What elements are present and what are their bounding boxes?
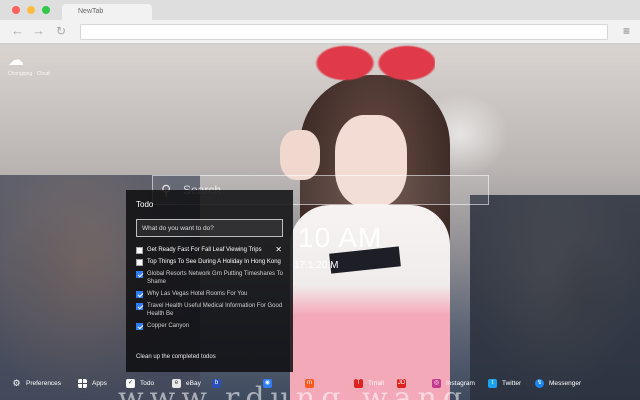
instagram-icon: ◎ <box>432 379 441 388</box>
close-icon[interactable]: ✕ <box>275 246 282 254</box>
messenger-label: Messenger <box>549 380 582 387</box>
todo-button[interactable]: ✓ Todo <box>126 379 154 388</box>
instagram-label: Instagram <box>446 380 475 387</box>
todo-panel: Todo What do you want to do? Get Ready F… <box>126 190 293 372</box>
messenger-shortcut[interactable]: ↯ Messenger <box>535 379 581 388</box>
background-figure-bow <box>315 45 435 81</box>
todo-item[interactable]: Top Things To See During A Holiday In Ho… <box>136 258 286 266</box>
reload-icon[interactable]: ↻ <box>56 24 66 38</box>
background-crowd-right <box>470 195 640 400</box>
todo-checkbox[interactable] <box>136 303 143 310</box>
ebay-icon: e <box>172 379 181 388</box>
back-arrow-icon[interactable]: ← <box>11 24 24 38</box>
weather-location: Chongqing · Cloud <box>8 71 50 77</box>
tab-title: NewTab <box>78 8 104 15</box>
todo-label: Todo <box>140 380 155 387</box>
forward-arrow-icon[interactable]: → <box>32 24 45 38</box>
shortcut-red-app[interactable]: m <box>305 379 319 388</box>
preferences-label: Preferences <box>26 380 62 387</box>
instagram-shortcut[interactable]: ◎ Instagram <box>432 379 475 388</box>
clock-date: 17.1.20.M <box>294 260 339 271</box>
red-app-icon: m <box>305 379 314 388</box>
shortcut-blue-app[interactable]: b <box>212 379 226 388</box>
tmall-shortcut[interactable]: T Tmall <box>354 379 384 388</box>
ebay-shortcut[interactable]: e eBay <box>172 379 201 388</box>
todo-input[interactable]: What do you want to do? <box>136 219 283 237</box>
background-figure-hand <box>280 130 320 180</box>
tmall-icon: T <box>354 379 363 388</box>
baidu-paw-icon: ◉ <box>263 379 272 388</box>
todo-checkbox[interactable] <box>136 247 143 254</box>
todo-item[interactable]: Copper Canyon <box>136 322 286 330</box>
apps-label: Apps <box>92 380 107 387</box>
todo-item[interactable]: Get Ready Fast For Fall Leaf Viewing Tri… <box>136 246 286 254</box>
todo-item-text: Copper Canyon <box>147 323 190 329</box>
clean-completed-todos-link[interactable]: Clean up the completed todos <box>136 354 216 360</box>
todo-item[interactable]: Travel Health Useful Medical Information… <box>136 302 286 318</box>
window-maximize-button[interactable] <box>42 6 50 14</box>
browser-toolbar: ← → ↻ ≡ <box>0 20 640 44</box>
address-bar[interactable] <box>80 24 608 40</box>
clock-time: 10 AM <box>298 222 383 253</box>
browser-titlebar: NewTab <box>0 0 640 20</box>
gear-icon: ⚙ <box>12 378 21 388</box>
blue-app-icon: b <box>212 379 221 388</box>
todo-checkbox[interactable] <box>136 259 143 266</box>
tmall-label: Tmall <box>368 380 384 387</box>
todo-checkbox[interactable] <box>136 291 143 298</box>
apps-button[interactable]: Apps <box>78 379 107 388</box>
twitter-icon: t <box>488 379 497 388</box>
jd-icon: JD <box>397 379 406 388</box>
menu-icon[interactable]: ≡ <box>623 24 630 38</box>
bottom-bar: ⚙ Preferences Apps ✓ Todo e eBay b ◉ m T… <box>0 373 640 395</box>
todo-item-text: Travel Health Useful Medical Information… <box>147 303 283 317</box>
shortcut-baidu[interactable]: ◉ <box>263 379 277 388</box>
todo-list: Get Ready Fast For Fall Leaf Viewing Tri… <box>136 246 286 334</box>
todo-item[interactable]: Global Resorts Network Grn Putting Times… <box>136 270 286 286</box>
todo-title: Todo <box>136 200 154 209</box>
browser-tab[interactable]: NewTab <box>62 4 152 20</box>
messenger-icon: ↯ <box>535 379 544 388</box>
todo-checkbox[interactable] <box>136 271 143 278</box>
todo-item-text: Get Ready Fast For Fall Leaf Viewing Tri… <box>147 247 262 253</box>
todo-check-icon: ✓ <box>126 379 135 388</box>
twitter-shortcut[interactable]: t Twitter <box>488 379 521 388</box>
todo-item-text: Global Resorts Network Grn Putting Times… <box>147 271 283 285</box>
todo-checkbox[interactable] <box>136 323 143 330</box>
cloud-icon: ☁ <box>8 52 24 69</box>
weather-widget[interactable]: ☁ Chongqing · Cloud <box>8 52 50 78</box>
apps-grid-icon <box>78 379 87 388</box>
todo-item[interactable]: Why Las Vegas Hotel Rooms For You <box>136 290 286 298</box>
window-close-button[interactable] <box>12 6 20 14</box>
todo-item-text: Top Things To See During A Holiday In Ho… <box>147 259 281 265</box>
todo-item-text: Why Las Vegas Hotel Rooms For You <box>147 291 248 297</box>
ebay-label: eBay <box>186 380 201 387</box>
shortcut-jd[interactable]: JD <box>397 379 411 388</box>
preferences-button[interactable]: ⚙ Preferences <box>12 379 61 388</box>
window-minimize-button[interactable] <box>27 6 35 14</box>
twitter-label: Twitter <box>502 380 522 387</box>
